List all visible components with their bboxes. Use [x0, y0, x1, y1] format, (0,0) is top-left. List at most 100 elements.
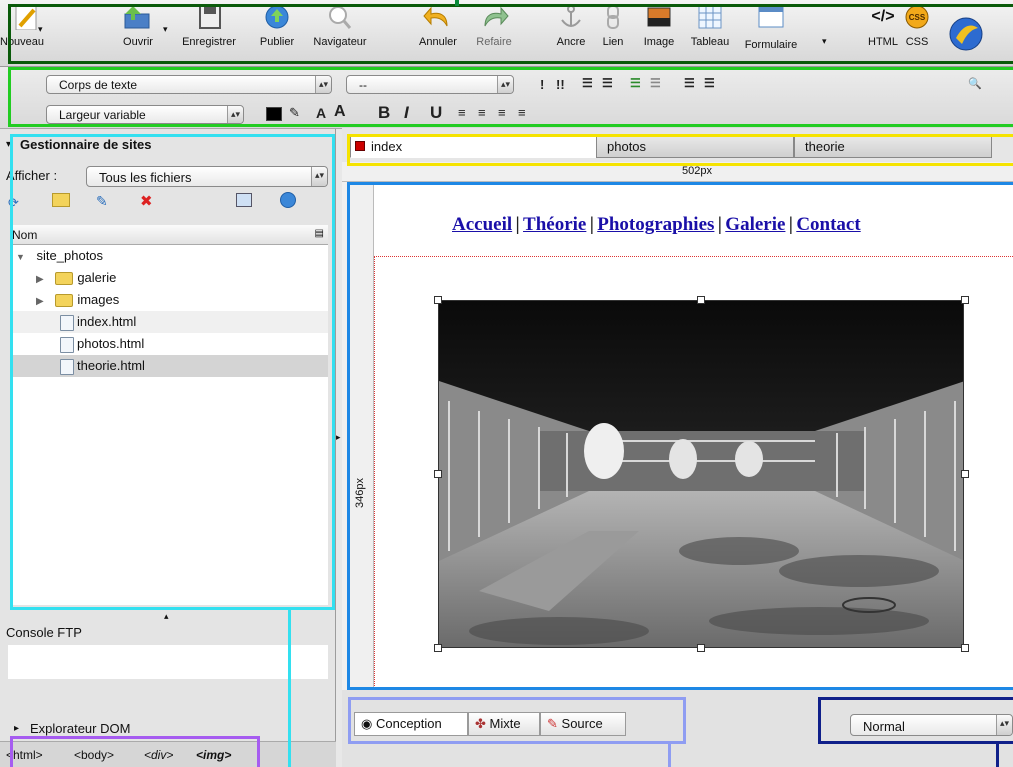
nav-link-photographies[interactable]: Photographies: [597, 214, 714, 235]
css-button[interactable]: CSS CSS: [900, 4, 934, 48]
nav-link-galerie[interactable]: Galerie: [725, 214, 785, 235]
width-ruler-label: 502px: [682, 165, 712, 177]
emphasis-button[interactable]: !: [540, 77, 544, 92]
increase-font-size-icon[interactable]: A: [334, 103, 346, 121]
align-justify-icon[interactable]: ≡: [518, 105, 526, 120]
outdent-icon[interactable]: ☰: [650, 76, 661, 90]
splitter-handle[interactable]: ▴: [164, 611, 169, 622]
find-icon[interactable]: 🔍: [968, 77, 982, 90]
bold-button[interactable]: B: [378, 103, 390, 123]
nav-link-accueil[interactable]: Accueil: [452, 214, 512, 235]
html-button[interactable]: </> HTML: [866, 4, 900, 48]
align-right-icon[interactable]: ≡: [498, 105, 506, 120]
site-manager-title: Gestionnaire de sites: [20, 137, 152, 152]
link-button[interactable]: Lien: [598, 4, 628, 48]
selected-image[interactable]: [438, 300, 964, 648]
tab-split-view[interactable]: ✤ Mixte: [468, 712, 540, 736]
tree-item-file[interactable]: photos.html: [10, 333, 328, 355]
collapse-triangle-icon[interactable]: ▾: [6, 139, 11, 150]
resize-handle[interactable]: [961, 470, 969, 478]
font-select[interactable]: -- ▴▾: [346, 75, 514, 94]
pencil-icon[interactable]: ✎: [289, 105, 300, 121]
publish-globe-icon[interactable]: [280, 192, 296, 208]
design-canvas[interactable]: Accueil | Théorie | Photographies | Gale…: [374, 182, 1013, 690]
rule-settings-icon[interactable]: ☰: [704, 76, 715, 90]
tree-item-folder[interactable]: ▶ galerie: [10, 267, 328, 289]
css-badge-icon: CSS: [902, 4, 932, 30]
align-center-icon[interactable]: ≡: [478, 105, 486, 120]
rule-icon[interactable]: ☰: [684, 76, 695, 90]
main-toolbar: Nouveau Ouvrir Enregistrer Publier Navig…: [0, 0, 1013, 67]
tab-index[interactable]: index: [350, 136, 598, 158]
html-file-icon: [60, 336, 74, 353]
width-mode-select[interactable]: Largeur variable ▴▾: [46, 105, 244, 124]
align-left-icon[interactable]: ≡: [458, 105, 466, 120]
new-dropdown-arrow[interactable]: ▾: [38, 24, 43, 35]
text-color-swatch[interactable]: [266, 107, 282, 121]
decrease-font-size-icon[interactable]: A: [316, 105, 326, 121]
new-folder-icon[interactable]: [52, 193, 70, 207]
select-arrows-icon: ▴▾: [227, 106, 243, 123]
form-dropdown-arrow[interactable]: ▾: [822, 36, 827, 47]
breadcrumb-html[interactable]: <html>: [6, 748, 43, 762]
resize-handle[interactable]: [434, 296, 442, 304]
indent-icon[interactable]: ☰: [630, 76, 641, 90]
bulleted-list-icon[interactable]: ☰: [582, 76, 593, 90]
open-button[interactable]: Ouvrir: [118, 4, 158, 48]
resize-handle[interactable]: [961, 296, 969, 304]
breadcrumb-div[interactable]: <div>: [144, 748, 173, 762]
show-files-select[interactable]: Tous les fichiers ▴▾: [86, 166, 328, 187]
image-button[interactable]: Image: [638, 4, 680, 48]
tree-item-file-selected[interactable]: theorie.html: [10, 355, 328, 377]
paragraph-style-select[interactable]: Corps de texte ▴▾: [46, 75, 332, 94]
anchor-button[interactable]: Ancre: [552, 4, 590, 48]
tree-item-folder[interactable]: ▶ images: [10, 289, 328, 311]
dom-explorer-title: Explorateur DOM: [30, 721, 131, 736]
redo-arrow-icon: [479, 4, 509, 30]
strong-emphasis-button[interactable]: !!: [556, 77, 565, 92]
tree-item-site[interactable]: ▼ site_photos: [10, 245, 328, 267]
column-options-icon[interactable]: ▤: [315, 228, 324, 239]
browser-button[interactable]: Navigateur: [306, 4, 374, 48]
column-name-header[interactable]: Nom: [12, 228, 37, 242]
publish-button[interactable]: Publier: [254, 4, 300, 48]
globe-icon[interactable]: [948, 16, 984, 55]
save-button[interactable]: Enregistrer: [178, 4, 240, 48]
open-dropdown-arrow[interactable]: ▾: [163, 24, 168, 35]
ftp-console-area[interactable]: [8, 645, 328, 679]
expand-triangle-icon[interactable]: ▸: [14, 723, 19, 734]
tab-design-view[interactable]: ◉ Conception: [354, 712, 468, 736]
breadcrumb-img[interactable]: <img>: [196, 748, 231, 762]
panel-splitter-handle[interactable]: ▸: [336, 432, 341, 443]
edit-icon[interactable]: ✎: [96, 193, 108, 210]
redo-button[interactable]: Refaire: [470, 4, 518, 48]
view-mode-bar: ◉ Conception ✤ Mixte ✎ Source Normal ▴▾: [342, 690, 1013, 767]
underline-button[interactable]: U: [430, 103, 442, 123]
resize-handle[interactable]: [434, 644, 442, 652]
undo-arrow-icon: [423, 4, 453, 30]
zoom-select[interactable]: Normal ▴▾: [850, 714, 1013, 736]
form-button[interactable]: Formulaire: [738, 4, 804, 51]
tree-item-file[interactable]: index.html: [10, 311, 328, 333]
delete-icon[interactable]: ✖: [140, 192, 153, 210]
italic-button[interactable]: I: [404, 103, 409, 123]
breadcrumb-body[interactable]: <body>: [74, 748, 114, 762]
tab-source-view[interactable]: ✎ Source: [540, 712, 626, 736]
resize-handle[interactable]: [697, 644, 705, 652]
height-ruler-label: 346px: [353, 478, 366, 508]
nav-link-theorie[interactable]: Théorie: [523, 214, 586, 235]
numbered-list-icon[interactable]: ☰: [602, 76, 613, 90]
resize-handle[interactable]: [961, 644, 969, 652]
table-button[interactable]: Tableau: [684, 4, 736, 48]
undo-button[interactable]: Annuler: [412, 4, 464, 48]
resize-handle[interactable]: [697, 296, 705, 304]
tab-theorie[interactable]: theorie: [794, 136, 992, 158]
folder-icon: [55, 272, 74, 286]
view-mode-icon[interactable]: [236, 193, 252, 207]
nav-separator: |: [589, 214, 594, 235]
resize-handle[interactable]: [434, 470, 442, 478]
tab-photos[interactable]: photos: [596, 136, 794, 158]
nav-link-contact[interactable]: Contact: [796, 214, 860, 235]
refresh-icon[interactable]: ⟳: [8, 195, 19, 211]
table-grid-icon: [695, 4, 725, 30]
